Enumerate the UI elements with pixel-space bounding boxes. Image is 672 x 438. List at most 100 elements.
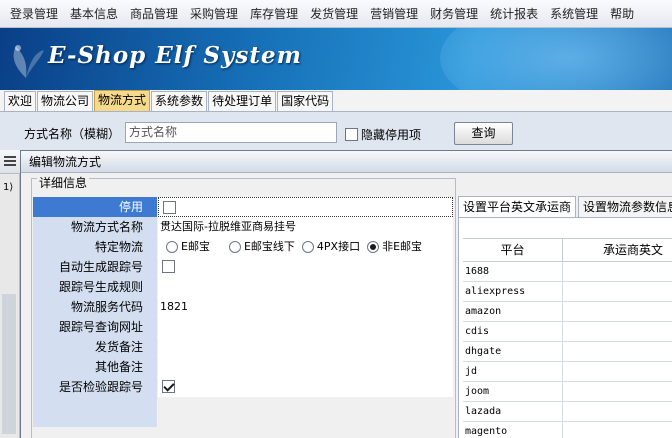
table-row[interactable]: 1688 bbox=[463, 262, 672, 282]
radio-eub-dot[interactable] bbox=[166, 241, 178, 253]
verify-tracking-label: 是否检验跟踪号 bbox=[33, 377, 157, 397]
property-table: 停用 物流方式名称 贯达国际-拉脱维亚商易挂号 特定物流 E邮宝 E邮宝线下 4… bbox=[33, 197, 453, 427]
name-label: 物流方式名称 bbox=[33, 217, 157, 237]
tracking-rule-field[interactable] bbox=[158, 277, 453, 297]
menu-inventory[interactable]: 库存管理 bbox=[244, 5, 304, 22]
menu-marketing[interactable]: 营销管理 bbox=[364, 5, 424, 22]
hide-disabled-toggle[interactable]: 隐藏停用项 bbox=[345, 126, 421, 143]
list-icon[interactable] bbox=[4, 156, 16, 166]
tab-pending-orders[interactable]: 待处理订单 bbox=[208, 91, 277, 111]
platform-cell[interactable]: jd bbox=[463, 362, 563, 381]
menu-help[interactable]: 帮助 bbox=[604, 5, 640, 22]
tab-logistics-company[interactable]: 物流公司 bbox=[37, 91, 94, 111]
menu-system[interactable]: 系统管理 bbox=[544, 5, 604, 22]
carrier-cell[interactable] bbox=[563, 302, 672, 321]
carrier-column-header[interactable]: 承运商英文 bbox=[563, 239, 672, 261]
carrier-cell[interactable] bbox=[563, 322, 672, 341]
menu-shipping[interactable]: 发货管理 bbox=[304, 5, 364, 22]
method-name-input[interactable]: 方式名称 bbox=[125, 122, 337, 143]
table-row[interactable]: dhgate bbox=[463, 342, 672, 362]
radio-eub-offline-label: E邮宝线下 bbox=[243, 240, 295, 253]
platform-column-header[interactable]: 平台 bbox=[463, 239, 563, 261]
current-row-indicator[interactable]: 1⟩ bbox=[0, 178, 20, 198]
table-row[interactable]: magento bbox=[463, 422, 672, 438]
menu-finance[interactable]: 财务管理 bbox=[424, 5, 484, 22]
carrier-cell[interactable] bbox=[563, 382, 672, 401]
carrier-cell[interactable] bbox=[563, 262, 672, 281]
row-ship-note[interactable]: 发货备注 bbox=[33, 337, 453, 357]
row-disabled[interactable]: 停用 bbox=[33, 197, 453, 217]
grid-scrollbar[interactable] bbox=[2, 294, 16, 434]
auto-tracking-checkbox[interactable] bbox=[162, 259, 175, 273]
menu-basic-info[interactable]: 基本信息 bbox=[64, 5, 124, 22]
app-title: E-Shop Elf System bbox=[48, 42, 302, 69]
table-row[interactable]: lazada bbox=[463, 402, 672, 422]
hide-disabled-checkbox[interactable] bbox=[345, 128, 358, 141]
tab-country-codes[interactable]: 国家代码 bbox=[277, 91, 334, 111]
carrier-cell[interactable] bbox=[563, 282, 672, 301]
platform-cell[interactable]: 1688 bbox=[463, 262, 563, 281]
other-note-field[interactable] bbox=[158, 357, 453, 377]
platform-cell[interactable]: aliexpress bbox=[463, 282, 563, 301]
service-code-field[interactable]: 1821 bbox=[158, 297, 453, 317]
carrier-cell[interactable] bbox=[563, 402, 672, 421]
radio-4px-dot[interactable] bbox=[301, 241, 314, 253]
tab-logistics-params[interactable]: 设置物流参数信息 bbox=[578, 196, 672, 218]
carrier-grid: 平台 承运商英文 1688 aliexpress amazon cdis dhg… bbox=[463, 238, 672, 438]
radio-4px[interactable]: 4PX接口 bbox=[301, 237, 360, 257]
row-indicator-column: 1⟩ bbox=[0, 174, 20, 438]
radio-non-eub-label: 非E邮宝 bbox=[382, 240, 423, 253]
row-auto-tracking[interactable]: 自动生成跟踪号 bbox=[33, 257, 453, 277]
menu-purchasing[interactable]: 采购管理 bbox=[184, 5, 244, 22]
platform-cell[interactable]: magento bbox=[463, 422, 563, 438]
radio-eub-offline-dot[interactable] bbox=[228, 241, 241, 253]
tab-platform-carrier[interactable]: 设置平台英文承运商 bbox=[458, 196, 577, 218]
filler-label-cell bbox=[33, 397, 157, 427]
row-tracking-url[interactable]: 跟踪号查询网址 bbox=[33, 317, 453, 337]
detail-group-title: 详细信息 bbox=[37, 176, 90, 190]
ship-note-field[interactable] bbox=[158, 337, 453, 357]
menu-reports[interactable]: 统计报表 bbox=[484, 5, 544, 22]
name-field[interactable]: 贯达国际-拉脱维亚商易挂号 bbox=[158, 217, 453, 237]
row-other-note[interactable]: 其他备注 bbox=[33, 357, 453, 377]
radio-non-eub-dot[interactable] bbox=[367, 241, 380, 253]
tracking-rule-label: 跟踪号生成规则 bbox=[33, 277, 157, 297]
platform-cell[interactable]: dhgate bbox=[463, 342, 563, 361]
service-code-label: 物流服务代码 bbox=[33, 297, 157, 317]
carrier-cell[interactable] bbox=[563, 362, 672, 381]
verify-tracking-value[interactable] bbox=[158, 377, 453, 397]
auto-tracking-value[interactable] bbox=[158, 257, 453, 277]
tab-logistics-method[interactable]: 物流方式 bbox=[94, 90, 151, 111]
table-row[interactable]: cdis bbox=[463, 322, 672, 342]
radio-non-eub[interactable]: 非E邮宝 bbox=[367, 237, 422, 257]
tab-system-params[interactable]: 系统参数 bbox=[151, 91, 208, 111]
platform-cell[interactable]: lazada bbox=[463, 402, 563, 421]
carrier-cell[interactable] bbox=[563, 422, 672, 438]
table-row[interactable]: jd bbox=[463, 362, 672, 382]
row-tracking-rule[interactable]: 跟踪号生成规则 bbox=[33, 277, 453, 297]
verify-tracking-checkbox[interactable] bbox=[162, 379, 175, 393]
platform-cell[interactable]: joom bbox=[463, 382, 563, 401]
platform-cell[interactable]: cdis bbox=[463, 322, 563, 341]
tracking-url-field[interactable] bbox=[158, 317, 453, 337]
table-row[interactable]: joom bbox=[463, 382, 672, 402]
method-name-label: 方式名称（模糊） bbox=[24, 127, 121, 141]
table-row[interactable]: aliexpress bbox=[463, 282, 672, 302]
radio-eub[interactable]: E邮宝 bbox=[166, 237, 210, 257]
menu-products[interactable]: 商品管理 bbox=[124, 5, 184, 22]
row-name[interactable]: 物流方式名称 贯达国际-拉脱维亚商易挂号 bbox=[33, 217, 453, 237]
carrier-cell[interactable] bbox=[563, 342, 672, 361]
disabled-label: 停用 bbox=[33, 197, 157, 217]
tracking-url-label: 跟踪号查询网址 bbox=[33, 317, 157, 337]
radio-eub-offline[interactable]: E邮宝线下 bbox=[228, 237, 295, 257]
table-row[interactable]: amazon bbox=[463, 302, 672, 322]
row-service-code[interactable]: 物流服务代码 1821 bbox=[33, 297, 453, 317]
platform-cell[interactable]: amazon bbox=[463, 302, 563, 321]
query-button[interactable]: 查询 bbox=[454, 122, 513, 145]
tab-welcome[interactable]: 欢迎 bbox=[4, 91, 37, 111]
disabled-value[interactable] bbox=[158, 197, 453, 217]
row-verify-tracking[interactable]: 是否检验跟踪号 bbox=[33, 377, 453, 397]
menu-login[interactable]: 登录管理 bbox=[4, 5, 64, 22]
disabled-checkbox[interactable] bbox=[163, 200, 176, 214]
property-table-filler bbox=[33, 397, 453, 427]
